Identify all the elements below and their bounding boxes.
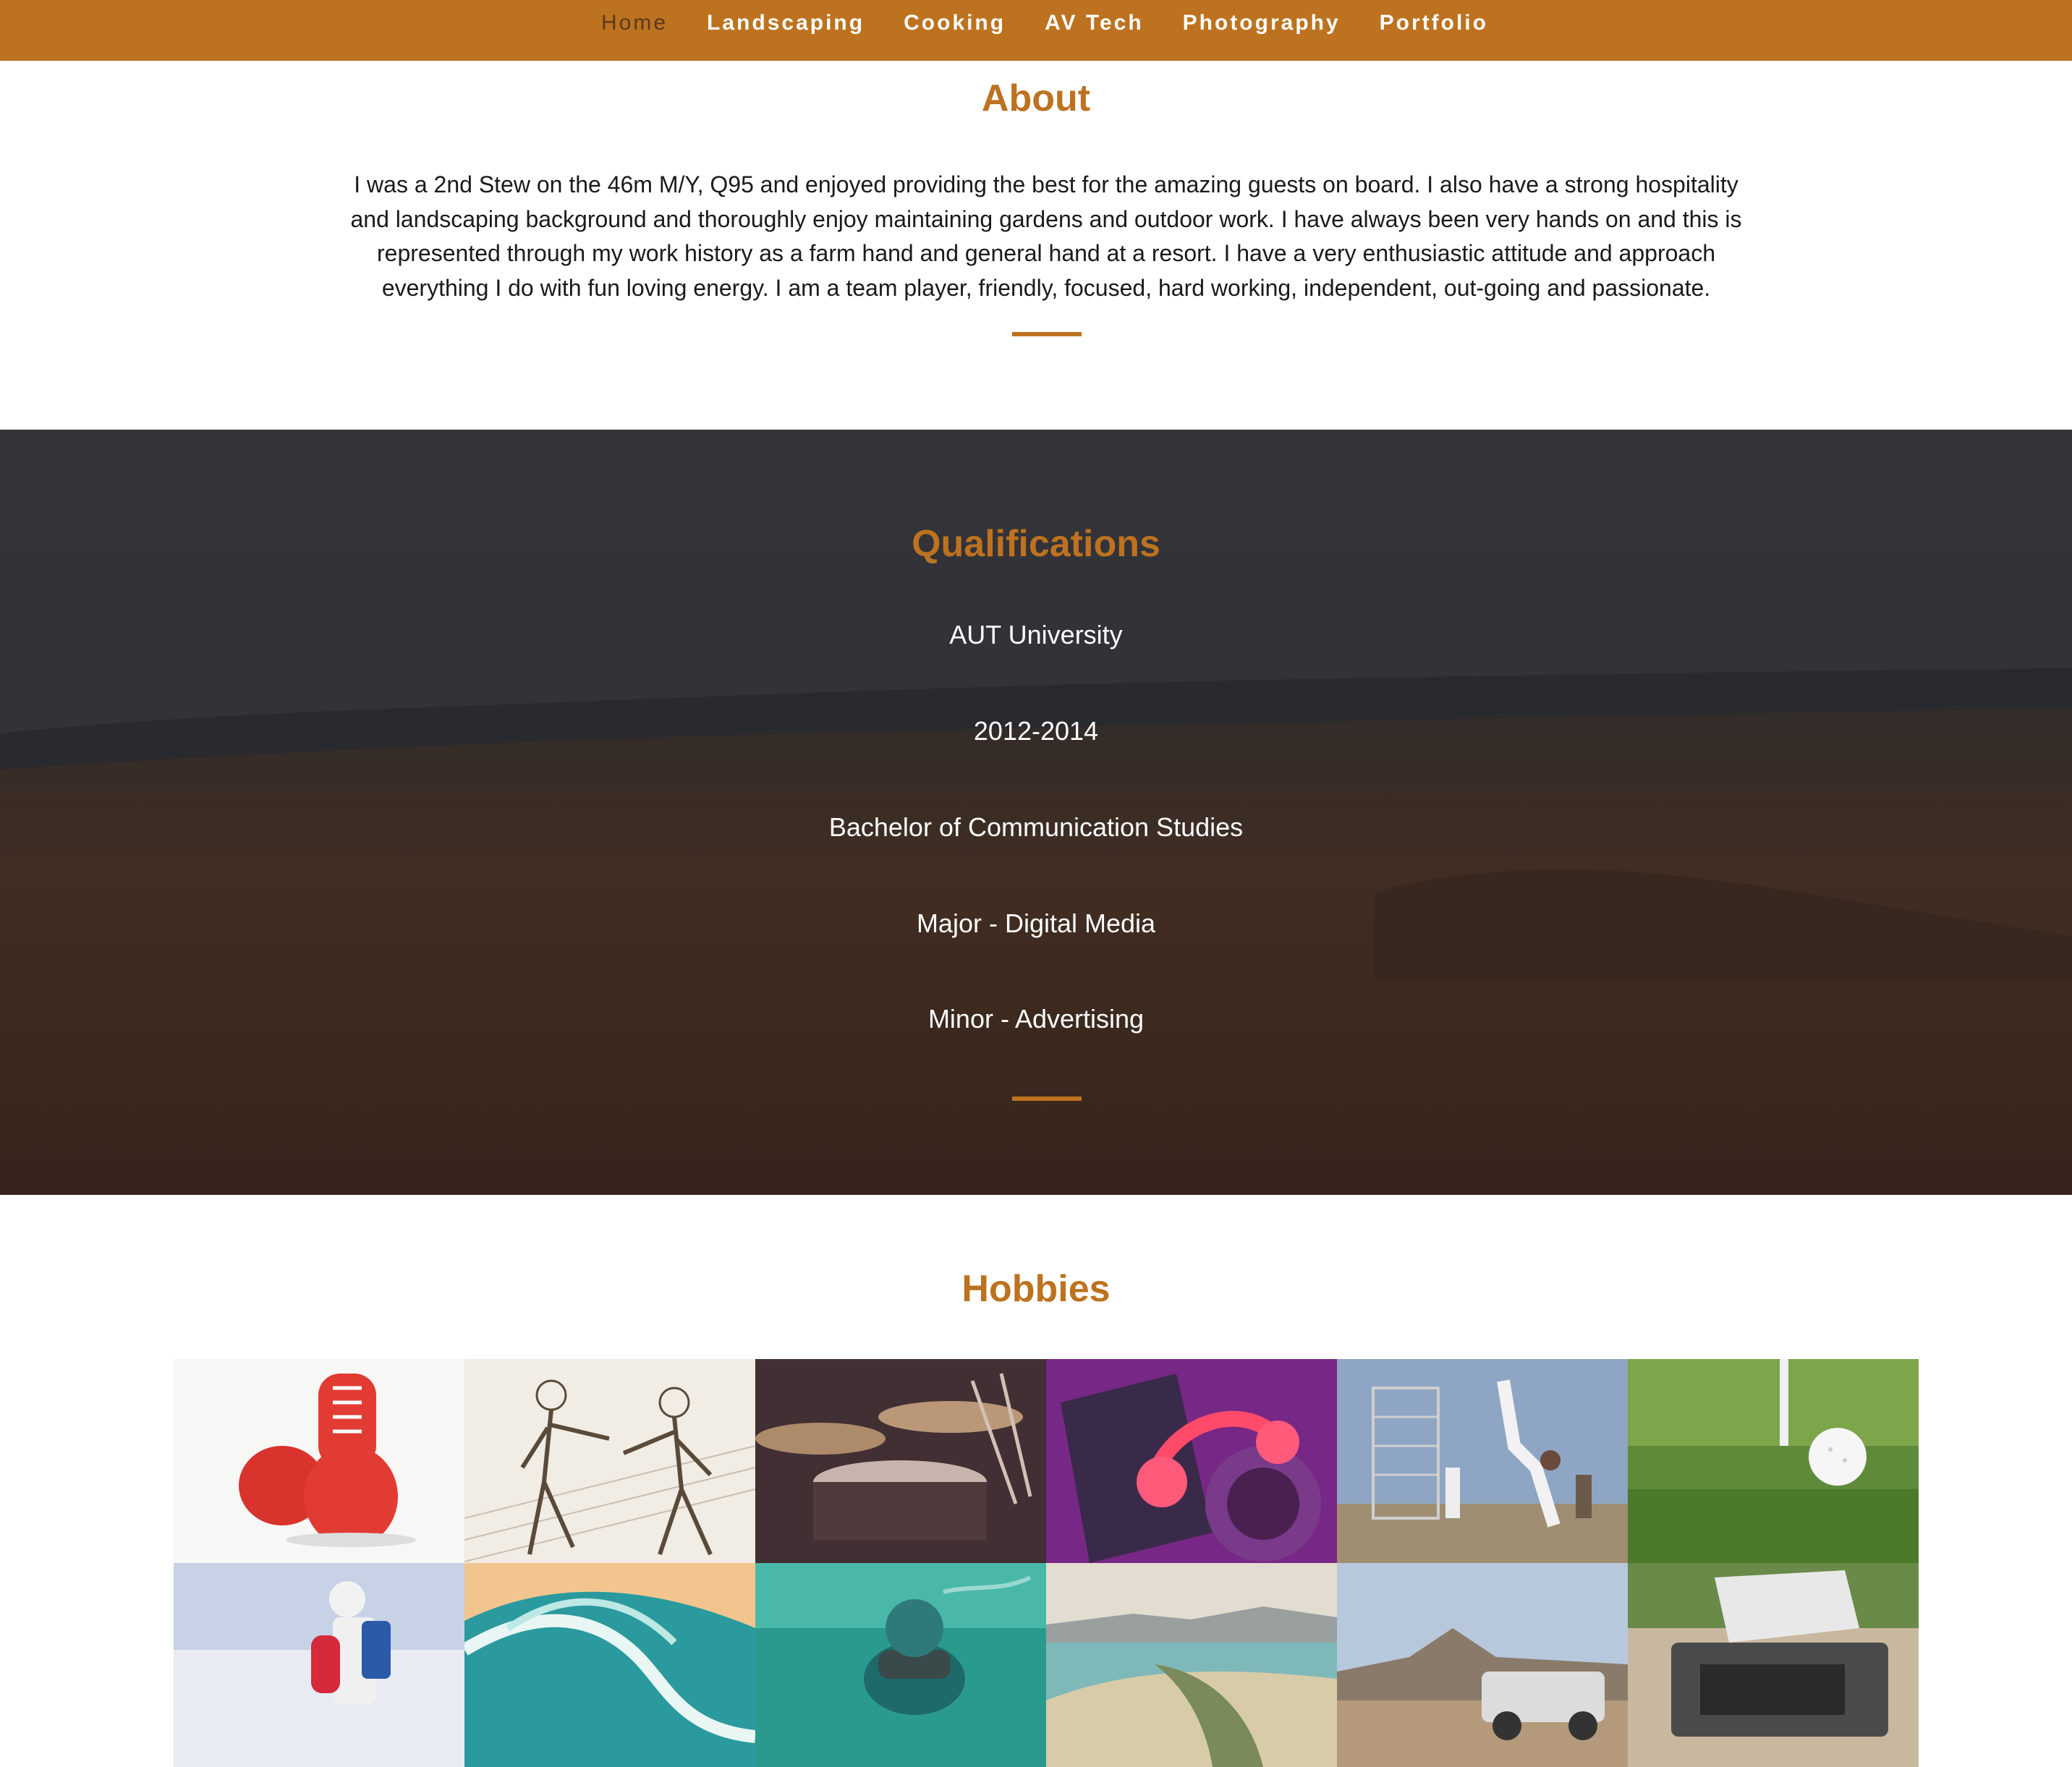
hobby-tile-offroad[interactable] — [1337, 1563, 1628, 1767]
about-divider — [1012, 332, 1082, 336]
qualification-minor: Minor - Advertising — [927, 1004, 1145, 1034]
breakdance-image — [1337, 1359, 1628, 1563]
nav-av-tech[interactable]: AV Tech — [1025, 9, 1163, 38]
nav-portfolio[interactable]: Portfolio — [1360, 9, 1508, 38]
qualification-major: Major - Digital Media — [916, 908, 1156, 938]
offroad-car-image — [1337, 1563, 1628, 1767]
about-section: About I was a 2nd Stew on the 46m M/Y, Q… — [0, 61, 2072, 430]
qualification-years: 2012-2014 — [973, 716, 1099, 746]
hobby-tile-breakdance[interactable] — [1337, 1359, 1628, 1563]
qualifications-title: Qualifications — [912, 523, 1160, 565]
qualification-degree: Bachelor of Communication Studies — [828, 812, 1244, 842]
dj-mixer-headphones-image — [1046, 1359, 1337, 1563]
hobby-tile-car-engine[interactable] — [1628, 1563, 1919, 1767]
top-navbar: Home Landscaping Cooking AV Tech Photogr… — [0, 0, 2072, 61]
hobby-tile-boxing[interactable] — [174, 1359, 464, 1563]
hobbies-section: Hobbies — [0, 1195, 2072, 1767]
qualifications-section: Qualifications AUT University 2012-2014 … — [0, 430, 2072, 1195]
qualifications-divider — [1012, 1097, 1082, 1101]
nav-home[interactable]: Home — [582, 9, 687, 38]
drum-kit-image — [755, 1359, 1046, 1563]
golf-ball-image — [1628, 1359, 1919, 1563]
hobby-tile-dj[interactable] — [1046, 1359, 1337, 1563]
snowboarder-image — [174, 1563, 464, 1767]
hobby-tile-surfing[interactable] — [464, 1563, 755, 1767]
hobby-tile-drums[interactable] — [755, 1359, 1046, 1563]
nav-photography[interactable]: Photography — [1163, 9, 1360, 38]
about-text: I was a 2nd Stew on the 46m M/Y, Q95 and… — [350, 171, 1742, 301]
hobby-gallery — [174, 1359, 1919, 1767]
hobby-tile-martial-arts[interactable] — [464, 1359, 755, 1563]
hobby-tile-golf[interactable] — [1628, 1359, 1919, 1563]
diver-underwater-image — [755, 1563, 1046, 1767]
nav-landscaping[interactable]: Landscaping — [687, 9, 884, 38]
hobby-tile-snowboard[interactable] — [174, 1563, 464, 1767]
beach-coastline-image — [1046, 1563, 1337, 1767]
qualification-institution: AUT University — [949, 620, 1123, 650]
about-title: About — [981, 77, 1091, 119]
hobbies-title: Hobbies — [961, 1268, 1111, 1310]
nav-menu: Home Landscaping Cooking AV Tech Photogr… — [582, 9, 1508, 38]
hobby-tile-diving[interactable] — [755, 1563, 1046, 1767]
surfing-wave-image — [464, 1563, 755, 1767]
car-engine-image — [1628, 1563, 1919, 1767]
hobby-tile-beach[interactable] — [1046, 1563, 1337, 1767]
nav-cooking[interactable]: Cooking — [884, 9, 1025, 38]
boxing-gloves-image — [174, 1359, 464, 1563]
martial-arts-sketch-image — [464, 1359, 755, 1563]
